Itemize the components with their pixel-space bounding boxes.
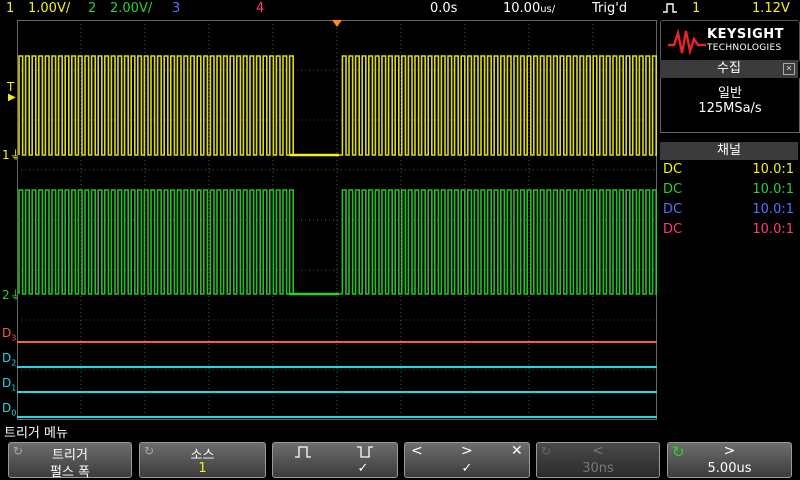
d1-marker[interactable]: D1 — [2, 376, 16, 392]
trigger-source: 1 — [692, 1, 701, 16]
time-position: 0.0s — [430, 1, 458, 16]
status-bar: 1 1.00V/ 2 2.00V/ 3 4 0.0s 10.00us/ Trig… — [0, 0, 800, 18]
d2-marker[interactable]: D2 — [2, 351, 16, 367]
timebase-value: 10.00 — [503, 1, 541, 16]
trigger-arrow-icon: ▶ — [8, 92, 16, 103]
polarity-icons — [295, 446, 373, 458]
outside-range-label: ✕ — [511, 443, 523, 459]
logo-subtitle: TECHNOLOGIES — [707, 43, 782, 53]
acquire-box: 일반 125MSa/s — [660, 78, 800, 133]
softkey-label: < — [592, 443, 604, 459]
channel-row-1: DC 10.0:1 — [662, 160, 796, 180]
softkey-value: 펄스 폭 — [49, 465, 90, 480]
softkey-bar: 트리거 메뉴 ↻ 트리거 펄스 폭 ↻ 소스 1 ✓ < > ✕ ✓ ↻ < 3… — [0, 422, 800, 480]
ch2-marker-label: 2 — [2, 288, 10, 302]
ch1-waveform — [18, 55, 657, 156]
close-icon[interactable]: ✕ — [783, 63, 795, 75]
channel-row-2: DC 10.0:1 — [662, 180, 796, 200]
qualifier-softkey[interactable]: < > ✕ ✓ — [404, 442, 530, 478]
acquire-header[interactable]: 수집 ✕ — [660, 60, 798, 78]
trigger-position-marker — [332, 20, 342, 27]
ch2-number: 2 — [88, 1, 97, 16]
channel-probe: 10.0:1 — [752, 222, 794, 237]
menu-title: 트리거 메뉴 — [4, 426, 68, 441]
logo-brand: KEYSIGHT — [707, 27, 784, 42]
softkey-value: 30ns — [582, 461, 614, 476]
polarity-softkey[interactable]: ✓ — [272, 442, 398, 478]
channel-row-4: DC 10.0:1 — [662, 220, 796, 240]
less-than-label: < — [411, 443, 423, 459]
qualifier-check-icon: ✓ — [461, 461, 473, 476]
channel-probe: 10.0:1 — [752, 182, 794, 197]
ch2-waveform — [18, 189, 657, 295]
channel-probe: 10.0:1 — [752, 162, 794, 177]
acquire-rate: 125MSa/s — [698, 101, 762, 116]
channel-coupling: DC — [663, 162, 683, 177]
keysight-logo: KEYSIGHT TECHNOLOGIES — [660, 20, 800, 62]
d3-marker[interactable]: D3 — [2, 326, 16, 342]
min-width-softkey[interactable]: ↻ < 30ns — [536, 442, 660, 478]
softkey-value: 5.00us — [707, 461, 752, 476]
trigger-type-softkey[interactable]: ↻ 트리거 펄스 폭 — [8, 442, 132, 480]
side-panel: KEYSIGHT TECHNOLOGIES 수집 ✕ 일반 125MSa/s 채… — [660, 20, 800, 420]
ch1-scale: 1.00V/ — [28, 1, 71, 16]
source-softkey[interactable]: ↻ 소스 1 — [139, 442, 266, 478]
channel-coupling: DC — [663, 182, 683, 197]
trigger-level: 1.12V — [752, 1, 790, 16]
timebase: 10.00us/ — [503, 1, 555, 16]
d0-marker[interactable]: D0 — [2, 401, 16, 417]
softkey-label: > — [723, 443, 736, 459]
channels-header[interactable]: 채널 — [660, 142, 798, 160]
channel-probe: 10.0:1 — [752, 202, 794, 217]
channel-row-3: DC 10.0:1 — [662, 200, 796, 220]
channel-coupling: DC — [663, 202, 683, 217]
acquire-mode: 일반 — [718, 86, 742, 101]
timebase-unit: us/ — [540, 4, 556, 15]
ch1-number: 1 — [6, 1, 15, 16]
trigger-status: Trig'd — [592, 1, 628, 16]
max-width-softkey[interactable]: ↻ > 5.00us — [667, 442, 792, 478]
pulse-trigger-icon — [662, 1, 678, 19]
ch1-marker-label: 1 — [2, 148, 10, 162]
waveform-canvas — [17, 20, 657, 420]
acquire-title: 수집 — [717, 61, 741, 76]
ch4-number: 4 — [256, 1, 265, 16]
ch3-number: 3 — [172, 1, 181, 16]
channel-coupling: DC — [663, 222, 683, 237]
softkey-value: 1 — [198, 461, 207, 476]
greater-than-label: > — [461, 443, 473, 459]
ch2-scale: 2.00V/ — [110, 1, 153, 16]
channels-title: 채널 — [717, 143, 741, 158]
keysight-wave-icon — [668, 28, 706, 56]
waveform-display[interactable] — [17, 20, 657, 420]
